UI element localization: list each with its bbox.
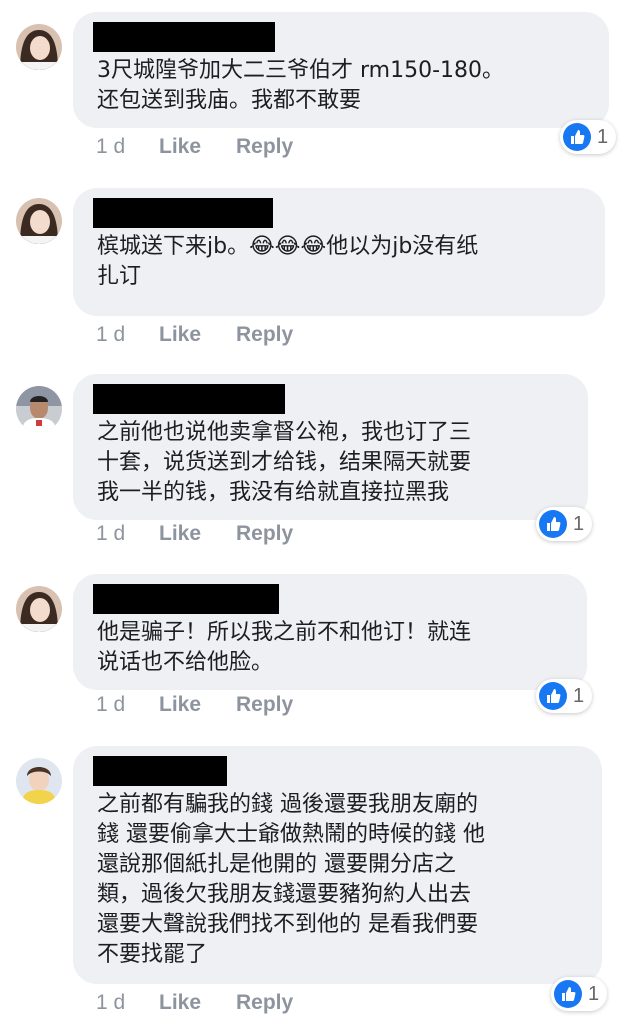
comment-actions: 1 d Like Reply xyxy=(96,135,293,159)
reaction-summary[interactable]: 1 xyxy=(560,120,617,154)
thumbs-up-icon xyxy=(554,980,582,1008)
comment-bubble: 之前他也说他卖拿督公袍，我也订了三 十套，说货送到才给钱，结果隔天就要 我一半的… xyxy=(73,374,588,520)
reaction-count: 1 xyxy=(597,125,609,148)
comment-actions: 1 d Like Reply xyxy=(96,323,293,347)
thumbs-up-icon xyxy=(563,123,591,151)
comment-text: 他是骗子！所以我之前不和他订！就连 说话也不给他脸。 xyxy=(97,620,472,675)
reaction-summary[interactable]: 1 xyxy=(536,507,593,541)
like-button[interactable]: Like xyxy=(159,323,236,347)
reply-button[interactable]: Reply xyxy=(236,135,293,159)
like-button[interactable]: Like xyxy=(159,693,236,717)
reply-button[interactable]: Reply xyxy=(236,323,293,347)
avatar-photo xyxy=(16,758,62,804)
comment-bubble: 槟城送下来jb。😂😂😂他以为jb没有纸 扎订 xyxy=(73,188,605,316)
comment-bubble: 他是骗子！所以我之前不和他订！就连 说话也不给他脸。 xyxy=(73,574,587,690)
comment-text-part: 槟城送下来jb。 xyxy=(97,234,250,259)
thumbs-up-icon xyxy=(539,682,567,710)
comment-text: 槟城送下来jb。😂😂😂他以为jb没有纸 扎订 xyxy=(97,232,591,292)
reaction-count: 1 xyxy=(573,512,585,535)
avatar[interactable] xyxy=(16,586,62,632)
like-button[interactable]: Like xyxy=(159,522,236,546)
avatar[interactable] xyxy=(16,24,62,70)
comment-text: 之前都有騙我的錢 過後還要我朋友廟的 錢 還要偷拿大士爺做熱鬧的時候的錢 他 還… xyxy=(97,792,485,967)
redacted-author-name xyxy=(93,198,273,228)
avatar-photo xyxy=(16,586,62,632)
redacted-author-name xyxy=(93,756,227,786)
comment-timestamp[interactable]: 1 d xyxy=(96,323,159,347)
comment-timestamp[interactable]: 1 d xyxy=(96,522,159,546)
avatar[interactable] xyxy=(16,758,62,804)
reaction-count: 1 xyxy=(573,684,585,707)
redacted-author-name xyxy=(93,384,285,414)
comment-actions: 1 d Like Reply xyxy=(96,693,293,717)
thumbs-up-icon xyxy=(539,510,567,538)
comment-timestamp[interactable]: 1 d xyxy=(96,693,159,717)
laughing-tears-emoji-icon: 😂😂😂 xyxy=(249,234,327,259)
avatar-photo xyxy=(16,198,62,244)
like-button[interactable]: Like xyxy=(159,135,236,159)
reply-button[interactable]: Reply xyxy=(236,991,293,1015)
redacted-author-name xyxy=(93,22,275,52)
comment-bubble: 3尺城隍爷加大二三爷伯才 rm150-180。 还包送到我庙。我都不敢要 xyxy=(73,12,609,128)
comment-actions: 1 d Like Reply xyxy=(96,522,293,546)
like-button[interactable]: Like xyxy=(159,991,236,1015)
comment-bubble: 之前都有騙我的錢 過後還要我朋友廟的 錢 還要偷拿大士爺做熱鬧的時候的錢 他 還… xyxy=(73,746,602,984)
reaction-summary[interactable]: 1 xyxy=(551,977,608,1011)
comment-timestamp[interactable]: 1 d xyxy=(96,135,159,159)
reaction-count: 1 xyxy=(588,982,600,1005)
comment-timestamp[interactable]: 1 d xyxy=(96,991,159,1015)
avatar[interactable] xyxy=(16,386,62,432)
reply-button[interactable]: Reply xyxy=(236,522,293,546)
reply-button[interactable]: Reply xyxy=(236,693,293,717)
comment-actions: 1 d Like Reply xyxy=(96,991,293,1015)
redacted-author-name xyxy=(93,584,279,614)
comment-text: 之前他也说他卖拿督公袍，我也订了三 十套，说货送到才给钱，结果隔天就要 我一半的… xyxy=(97,420,472,505)
comment-text: 3尺城隍爷加大二三爷伯才 rm150-180。 还包送到我庙。我都不敢要 xyxy=(97,58,505,113)
avatar[interactable] xyxy=(16,198,62,244)
avatar-photo xyxy=(16,24,62,70)
avatar-photo xyxy=(16,386,62,432)
reaction-summary[interactable]: 1 xyxy=(536,679,593,713)
